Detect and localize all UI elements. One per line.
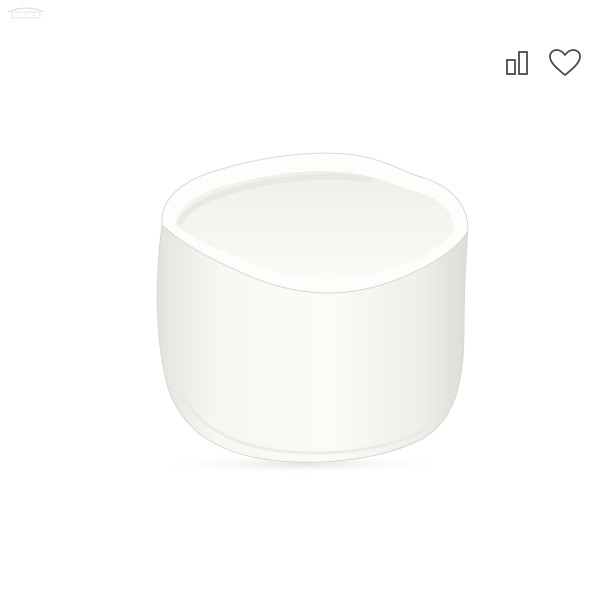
store-logo-icon <box>4 2 48 22</box>
compare-icon <box>504 48 534 78</box>
image-toolbar <box>500 46 584 80</box>
favorite-button[interactable] <box>546 46 584 80</box>
compare-button[interactable] <box>500 46 538 80</box>
product-image-viewer <box>0 0 592 600</box>
heart-icon <box>548 47 582 79</box>
product-image <box>120 130 490 475</box>
